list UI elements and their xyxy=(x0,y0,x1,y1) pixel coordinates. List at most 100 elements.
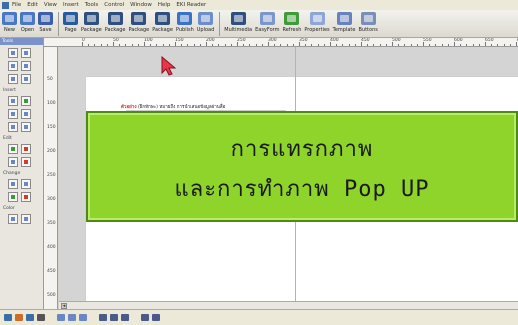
menu-view[interactable]: View xyxy=(44,2,57,8)
menu-window[interactable]: Window xyxy=(130,2,152,8)
status-tool-icon-7[interactable] xyxy=(79,314,87,321)
menu-tools[interactable]: Tools xyxy=(85,2,99,8)
ruler-number: 350 xyxy=(47,221,56,226)
arrange-tool-icon[interactable] xyxy=(21,192,31,202)
status-tool-icon-11[interactable] xyxy=(141,314,149,321)
menu-file[interactable]: File xyxy=(12,2,21,8)
easyform-button-label: EasyForm xyxy=(255,27,280,33)
ruler-tick xyxy=(354,44,356,46)
change-section-label: Change xyxy=(3,171,21,176)
frame-tool-icon[interactable] xyxy=(8,61,18,71)
easyform-button[interactable]: EasyForm xyxy=(255,10,279,33)
ruler-tick xyxy=(82,42,83,46)
save-button-label: Save xyxy=(39,27,52,33)
color-swatch-icon[interactable] xyxy=(8,214,18,224)
new-button[interactable]: New xyxy=(2,10,17,33)
image-tool-icon[interactable] xyxy=(8,96,18,106)
ruler-tick xyxy=(88,44,90,46)
align-tool-icon[interactable] xyxy=(8,122,18,132)
open-button-label: Open xyxy=(20,27,35,33)
fill-tool-icon[interactable] xyxy=(8,192,18,202)
status-tool-icon-3[interactable] xyxy=(26,314,34,321)
ruler-tick xyxy=(261,44,263,46)
status-tool-icon-6[interactable] xyxy=(68,314,76,321)
rotate-tool-icon[interactable] xyxy=(21,179,31,189)
mouse-cursor-icon xyxy=(161,56,177,76)
ruler-tick xyxy=(323,44,325,46)
ruler-tick xyxy=(491,44,493,46)
save-button[interactable]: Save xyxy=(38,10,53,33)
status-tool-icon-9[interactable] xyxy=(110,314,118,321)
color-section-label: Color xyxy=(3,206,15,211)
ruler-tick xyxy=(286,44,288,46)
status-tool-icon-5[interactable] xyxy=(57,314,65,321)
status-tool-icon-10[interactable] xyxy=(121,314,129,321)
media-tool-icon[interactable] xyxy=(21,96,31,106)
publish-button-label: Publish xyxy=(175,27,194,33)
layout-tool-icon[interactable] xyxy=(8,74,18,84)
refresh-icon xyxy=(284,12,300,25)
menu-eki-reader[interactable]: EKI Reader xyxy=(176,2,206,8)
status-tool-icon-4[interactable] xyxy=(37,314,45,321)
delete-icon[interactable] xyxy=(21,157,31,167)
package-button-3[interactable]: Package xyxy=(128,10,149,33)
page-button[interactable]: Page xyxy=(63,10,78,33)
buttons-button[interactable]: Buttons xyxy=(358,10,378,33)
multimedia-button[interactable]: Multimedia xyxy=(224,10,252,33)
color-picker-icon[interactable] xyxy=(21,214,31,224)
package-button-label: Package xyxy=(128,27,150,33)
ruler-tick xyxy=(509,44,511,46)
package-icon xyxy=(155,12,171,25)
ruler-number: 250 xyxy=(47,173,56,178)
redo-icon[interactable] xyxy=(21,144,31,154)
package-button-2[interactable]: Package xyxy=(104,10,126,33)
status-tool-icon-1[interactable] xyxy=(4,314,12,321)
page-heading: ตัวอย่าง (ฝึกทักษะ) หมายถึง การนำเสนอข้อ… xyxy=(121,103,225,110)
menu-insert[interactable]: Insert xyxy=(63,2,79,8)
ruler-tick xyxy=(435,44,437,46)
publish-button[interactable]: Publish xyxy=(176,10,194,33)
resize-tool-icon[interactable] xyxy=(8,179,18,189)
properties-button[interactable]: Properties xyxy=(304,10,330,33)
refresh-button[interactable]: Refresh xyxy=(282,10,301,33)
menu-edit[interactable]: Edit xyxy=(27,2,38,8)
package-button-1[interactable]: Package xyxy=(81,10,102,33)
menu-help[interactable]: Help xyxy=(158,2,171,8)
ruler-tick xyxy=(416,44,418,46)
typography-tool-icon[interactable] xyxy=(21,109,31,119)
ruler-tick xyxy=(168,44,170,46)
package-button-label: Package xyxy=(104,27,126,33)
status-tool-icon-8[interactable] xyxy=(99,314,107,321)
text-tool-icon[interactable] xyxy=(21,48,31,58)
ruler-tick xyxy=(311,44,313,46)
move-tool-icon[interactable] xyxy=(8,157,18,167)
app-window: File Edit View Insert Tools Control Wind… xyxy=(0,0,518,325)
left-ruler: 50 100 150 200 250 300 350 400 450 500 xyxy=(44,47,58,309)
package-button-4[interactable]: Package xyxy=(152,10,173,33)
ruler-tick xyxy=(423,42,424,46)
undo-icon[interactable] xyxy=(8,144,18,154)
status-tool-icon-12[interactable] xyxy=(152,314,160,321)
status-tool-icon-2[interactable] xyxy=(15,314,23,321)
columns-tool-icon[interactable] xyxy=(21,122,31,132)
open-button[interactable]: Open xyxy=(20,10,35,33)
toolbar-separator xyxy=(58,12,59,36)
text-box-tool-icon[interactable] xyxy=(8,109,18,119)
template-button[interactable]: Template xyxy=(333,10,355,33)
ruler-number: 150 xyxy=(47,125,56,130)
menu-control[interactable]: Control xyxy=(104,2,124,8)
link-tool-icon[interactable] xyxy=(21,74,31,84)
select-tool-icon[interactable] xyxy=(8,48,18,58)
ruler-tick xyxy=(193,44,195,46)
horizontal-scrollbar[interactable]: ◂ xyxy=(59,301,518,309)
ruler-tick xyxy=(454,42,455,46)
ruler-tick xyxy=(305,44,307,46)
grid-tool-icon[interactable] xyxy=(21,61,31,71)
upload-button[interactable]: Upload xyxy=(197,10,214,33)
ruler-tick xyxy=(268,42,269,46)
banner-title-line1: การแทรกภาพ xyxy=(230,137,374,162)
ruler-tick xyxy=(404,44,406,46)
ruler-number: 400 xyxy=(330,38,339,43)
ruler-tick xyxy=(336,44,338,46)
ruler-number: 350 xyxy=(299,38,308,43)
